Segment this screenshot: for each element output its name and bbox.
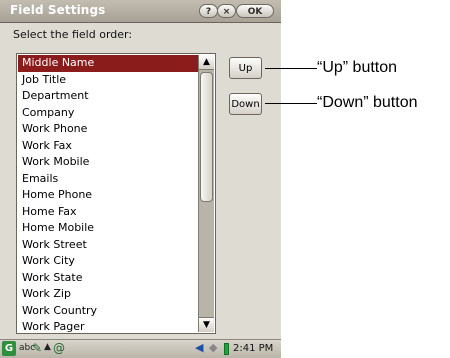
list-item[interactable]: Work Phone: [18, 121, 199, 138]
list-item-selected[interactable]: Middle Name: [18, 55, 199, 72]
list-item[interactable]: Job Title: [18, 72, 199, 89]
list-item[interactable]: Emails: [18, 171, 199, 188]
field-order-items: Middle Name Job Title Department Company…: [18, 55, 199, 332]
list-item[interactable]: Work Mobile: [18, 154, 199, 171]
list-item[interactable]: Work Country: [18, 303, 199, 320]
start-menu-icon[interactable]: G: [2, 341, 16, 356]
list-item[interactable]: Company: [18, 105, 199, 122]
up-button-annotation: “Up” button: [317, 59, 398, 76]
input-menu-arrow-icon[interactable]: ▲: [44, 342, 51, 352]
pen-icon[interactable]: ✎: [32, 341, 42, 355]
list-item[interactable]: Work Fax: [18, 138, 199, 155]
email-icon[interactable]: @: [53, 341, 65, 355]
taskbar: G abc ✎ ▲ @ ◀ ◆ 2:41 PM: [0, 339, 281, 358]
scrollbar-thumb[interactable]: [200, 72, 213, 202]
up-callout-line: [265, 68, 317, 69]
list-item[interactable]: Work City: [18, 253, 199, 270]
list-item[interactable]: Home Phone: [18, 187, 199, 204]
ok-button[interactable]: OK: [236, 4, 274, 18]
help-button[interactable]: ?: [199, 4, 218, 18]
list-item[interactable]: Home Fax: [18, 204, 199, 221]
clock-time[interactable]: 2:41 PM: [233, 343, 273, 354]
down-button-annotation: “Down” button: [317, 94, 418, 111]
device-screen: Field Settings ? × OK Select the field o…: [0, 0, 281, 358]
window-title: Field Settings: [10, 3, 106, 17]
instruction-label: Select the field order:: [13, 28, 133, 41]
speaker-icon[interactable]: ◀: [195, 341, 203, 354]
list-item[interactable]: Department: [18, 88, 199, 105]
list-item[interactable]: Work Pager: [18, 319, 199, 332]
network-icon[interactable]: ◆: [209, 341, 217, 354]
field-order-list[interactable]: Middle Name Job Title Department Company…: [16, 53, 216, 334]
vertical-scrollbar[interactable]: ▲ ▼: [198, 55, 214, 332]
list-item[interactable]: Work Zip: [18, 286, 199, 303]
move-up-button[interactable]: Up: [229, 57, 262, 79]
down-callout-line: [265, 103, 317, 104]
scroll-up-arrow-icon[interactable]: ▲: [199, 55, 214, 70]
list-item[interactable]: Home Mobile: [18, 220, 199, 237]
list-item[interactable]: Work Street: [18, 237, 199, 254]
scroll-down-arrow-icon[interactable]: ▼: [199, 317, 214, 332]
title-bar: Field Settings ? × OK: [0, 0, 281, 23]
battery-icon: [224, 343, 229, 355]
list-item[interactable]: Work State: [18, 270, 199, 287]
move-down-button[interactable]: Down: [229, 93, 262, 115]
close-button[interactable]: ×: [217, 4, 236, 18]
